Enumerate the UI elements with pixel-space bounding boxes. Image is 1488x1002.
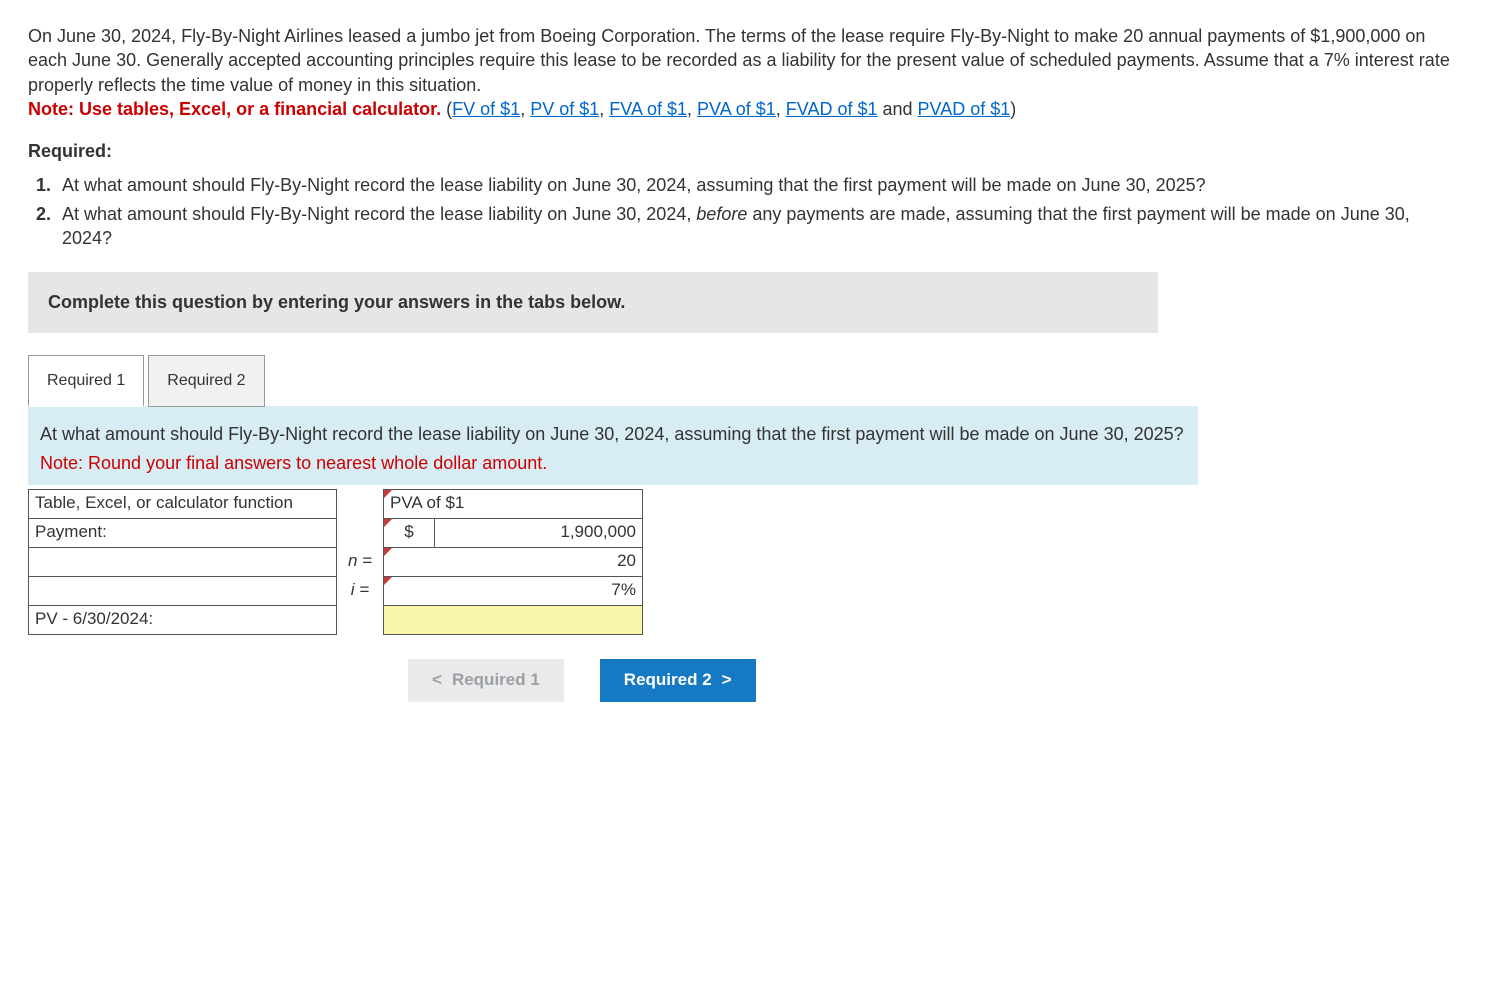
row1-value-cell[interactable]: PVA of $1 bbox=[384, 489, 643, 518]
tab-required-2[interactable]: Required 2 bbox=[148, 355, 264, 408]
marker-icon bbox=[384, 548, 392, 556]
tabs-row: Required 1 Required 2 bbox=[28, 355, 1460, 408]
row4-sym: i = bbox=[337, 576, 384, 605]
row5-label: PV - 6/30/2024: bbox=[29, 605, 337, 634]
requirements-list: At what amount should Fly-By-Night recor… bbox=[56, 173, 1460, 250]
chevron-right-icon: > bbox=[722, 669, 732, 692]
panel-question: At what amount should Fly-By-Night recor… bbox=[40, 422, 1186, 446]
links-close-paren: ) bbox=[1010, 99, 1016, 119]
row4-value[interactable]: 7% bbox=[384, 576, 643, 605]
prev-button[interactable]: < Required 1 bbox=[408, 659, 564, 702]
row3-value[interactable]: 20 bbox=[384, 547, 643, 576]
row3-label-empty[interactable] bbox=[29, 547, 337, 576]
next-button[interactable]: Required 2 > bbox=[600, 659, 756, 702]
link-fva[interactable]: FVA of $1 bbox=[609, 99, 687, 119]
required-heading: Required: bbox=[28, 139, 1460, 163]
note-label: Note: Use tables, Excel, or a financial … bbox=[28, 99, 441, 119]
marker-icon bbox=[384, 519, 392, 527]
link-pva[interactable]: PVA of $1 bbox=[697, 99, 776, 119]
tab-question-panel: At what amount should Fly-By-Night recor… bbox=[28, 406, 1198, 485]
link-fvad[interactable]: FVAD of $1 bbox=[786, 99, 878, 119]
marker-icon bbox=[384, 577, 392, 585]
row3-sym: n = bbox=[337, 547, 384, 576]
problem-body: On June 30, 2024, Fly-By-Night Airlines … bbox=[28, 26, 1450, 95]
row2-value[interactable]: 1,900,000 bbox=[435, 518, 643, 547]
row2-label: Payment: bbox=[29, 518, 337, 547]
instruction-box: Complete this question by entering your … bbox=[28, 272, 1158, 332]
chevron-left-icon: < bbox=[432, 669, 442, 692]
table-row: i = 7% bbox=[29, 576, 643, 605]
link-pv[interactable]: PV of $1 bbox=[530, 99, 599, 119]
tab-required-1[interactable]: Required 1 bbox=[28, 355, 144, 408]
row2-currency[interactable]: $ bbox=[384, 518, 435, 547]
problem-statement: On June 30, 2024, Fly-By-Night Airlines … bbox=[28, 24, 1460, 121]
link-pvad[interactable]: PVAD of $1 bbox=[918, 99, 1011, 119]
table-row: Payment: $ 1,900,000 bbox=[29, 518, 643, 547]
row5-value[interactable] bbox=[384, 605, 643, 634]
table-row: PV - 6/30/2024: bbox=[29, 605, 643, 634]
requirement-2: At what amount should Fly-By-Night recor… bbox=[56, 202, 1460, 251]
requirement-1: At what amount should Fly-By-Night recor… bbox=[56, 173, 1460, 197]
link-fv[interactable]: FV of $1 bbox=[452, 99, 520, 119]
nav-buttons: < Required 1 Required 2 > bbox=[408, 659, 1460, 702]
marker-icon bbox=[384, 490, 392, 498]
table-row: Table, Excel, or calculator function PVA… bbox=[29, 489, 643, 518]
row1-label: Table, Excel, or calculator function bbox=[29, 489, 337, 518]
prev-label: Required 1 bbox=[452, 669, 540, 692]
next-label: Required 2 bbox=[624, 669, 712, 692]
row4-label-empty[interactable] bbox=[29, 576, 337, 605]
table-row: n = 20 bbox=[29, 547, 643, 576]
before-word: before bbox=[696, 204, 747, 224]
answer-table: Table, Excel, or calculator function PVA… bbox=[28, 489, 643, 635]
panel-note: Note: Round your final answers to neares… bbox=[40, 451, 1186, 475]
